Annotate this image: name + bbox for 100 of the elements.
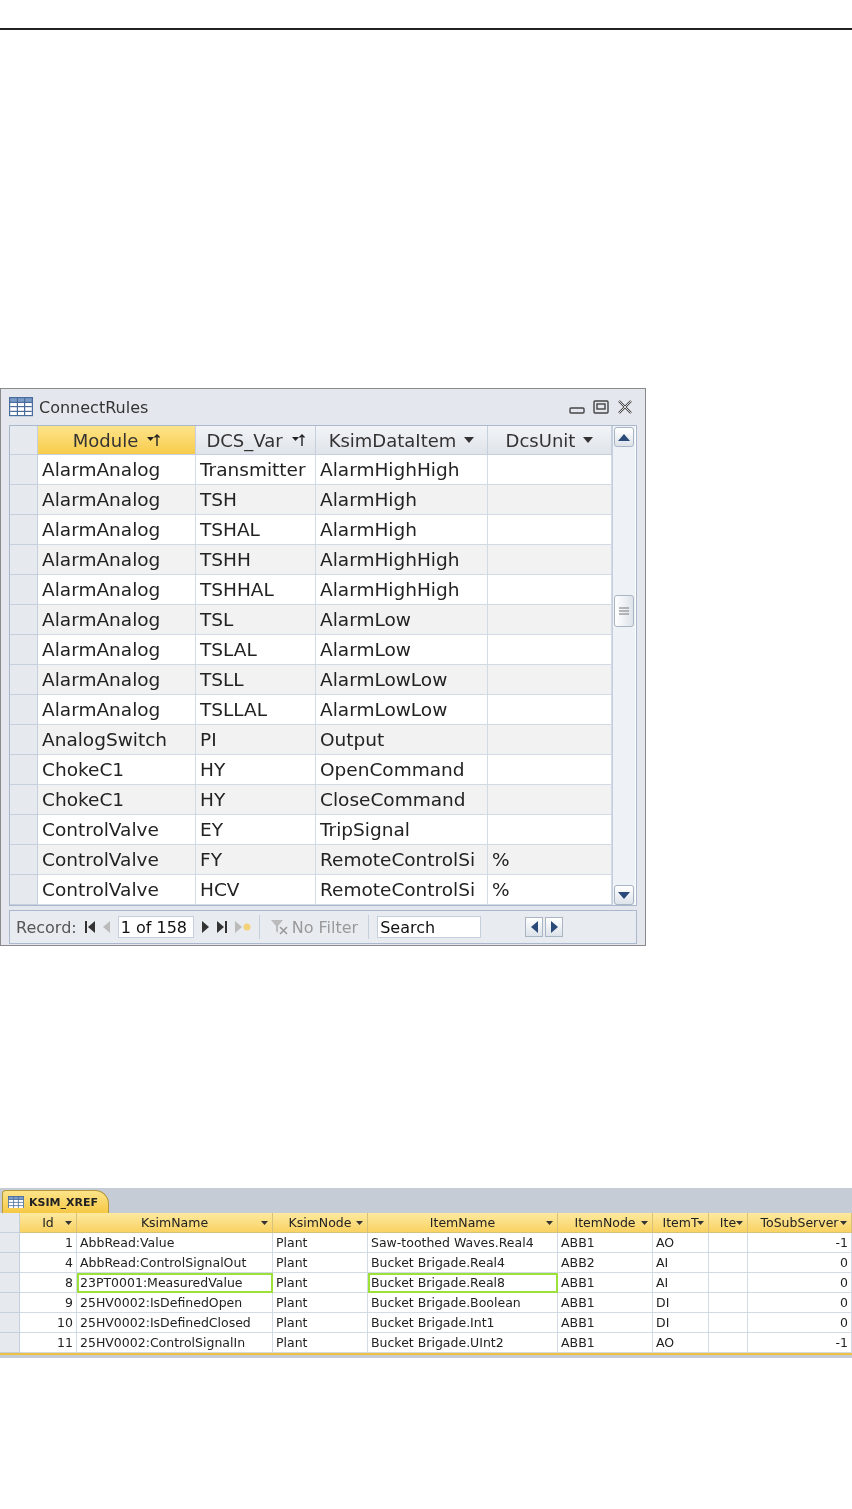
- table-cell: AlarmAnalog: [38, 605, 196, 635]
- previous-record-icon[interactable]: [102, 921, 110, 933]
- row-selector[interactable]: [0, 1273, 20, 1293]
- table-cell: ABB1: [558, 1233, 653, 1253]
- table-cell: ABB1: [558, 1313, 653, 1333]
- dropdown-arrow-icon: [840, 1221, 847, 1225]
- table-cell: Bucket Brigade.Real4: [368, 1253, 558, 1273]
- row-selector[interactable]: [10, 575, 38, 605]
- table-cell: Plant: [273, 1253, 368, 1273]
- column-header[interactable]: KsimDataItem: [316, 426, 488, 455]
- table-cell: Bucket Brigade.Real8: [368, 1273, 558, 1293]
- table-tab[interactable]: KSIM_XREF: [2, 1190, 109, 1213]
- column-header[interactable]: KsimName: [77, 1213, 273, 1233]
- row-selector[interactable]: [10, 485, 38, 515]
- dropdown-arrow-icon: [65, 1221, 72, 1225]
- table-cell: -1: [748, 1333, 852, 1353]
- table-cell: ChokeC1: [38, 785, 196, 815]
- sort-ascending-icon: [290, 433, 305, 447]
- restore-icon[interactable]: [593, 400, 609, 414]
- row-selector[interactable]: [10, 665, 38, 695]
- row-selector[interactable]: [0, 1333, 20, 1353]
- column-header[interactable]: Id: [20, 1213, 77, 1233]
- row-selector[interactable]: [10, 785, 38, 815]
- table-cell: PI: [196, 725, 316, 755]
- select-all-corner[interactable]: [0, 1213, 20, 1233]
- table-cell: AbbRead:ControlSignalOut: [77, 1253, 273, 1273]
- column-header[interactable]: KsimNode: [273, 1213, 368, 1233]
- column-header[interactable]: ItemT: [653, 1213, 709, 1233]
- row-selector[interactable]: [0, 1293, 20, 1313]
- row-selector[interactable]: [10, 545, 38, 575]
- table-cell: AlarmHigh: [316, 485, 488, 515]
- table-cell: DI: [653, 1313, 709, 1333]
- dropdown-arrow-icon: [583, 437, 594, 443]
- row-selector[interactable]: [10, 455, 38, 485]
- table-cell: AlarmAnalog: [38, 545, 196, 575]
- table-cell: AnalogSwitch: [38, 725, 196, 755]
- table-cell: Plant: [273, 1293, 368, 1313]
- table-cell: Plant: [273, 1233, 368, 1253]
- new-record-icon[interactable]: [234, 921, 251, 933]
- row-selector[interactable]: [10, 845, 38, 875]
- row-selector[interactable]: [10, 725, 38, 755]
- window-title: ConnectRules: [39, 397, 150, 417]
- table-cell: TSL: [196, 605, 316, 635]
- table-cell: AlarmHighHigh: [316, 545, 488, 575]
- dropdown-arrow-icon: [641, 1221, 648, 1225]
- dropdown-arrow-icon: [464, 437, 475, 443]
- column-header[interactable]: ItemName: [368, 1213, 558, 1233]
- table-cell: Bucket Brigade.Int1: [368, 1313, 558, 1333]
- column-header[interactable]: DcsUnit: [488, 426, 612, 455]
- table-cell: 0: [748, 1313, 852, 1333]
- row-selector[interactable]: [10, 635, 38, 665]
- scroll-thumb[interactable]: [614, 595, 634, 627]
- table-cell: 25HV0002:ControlSignalIn: [77, 1333, 273, 1353]
- column-header[interactable]: ItemNode: [558, 1213, 653, 1233]
- table-cell: %: [488, 845, 612, 875]
- last-record-icon[interactable]: [216, 921, 227, 933]
- row-selector[interactable]: [10, 875, 38, 905]
- column-header[interactable]: Module: [38, 426, 196, 455]
- row-selector[interactable]: [10, 605, 38, 635]
- table-cell: -1: [748, 1233, 852, 1253]
- table-cell: Bucket Brigade.Boolean: [368, 1293, 558, 1313]
- first-record-icon[interactable]: [84, 921, 95, 933]
- close-icon[interactable]: [617, 400, 633, 414]
- select-all-corner[interactable]: [10, 426, 38, 455]
- table-cell: 8: [20, 1273, 77, 1293]
- column-header[interactable]: Ite: [709, 1213, 748, 1233]
- table-cell: AlarmLow: [316, 605, 488, 635]
- column-header[interactable]: DCS_Var: [196, 426, 316, 455]
- record-position-field[interactable]: 1 of 158: [117, 916, 194, 938]
- table-cell: HCV: [196, 875, 316, 905]
- table-cell: FY: [196, 845, 316, 875]
- table-cell: Plant: [273, 1273, 368, 1293]
- scroll-right-icon[interactable]: [550, 921, 558, 933]
- table-cell: AI: [653, 1273, 709, 1293]
- row-selector[interactable]: [10, 815, 38, 845]
- vertical-scrollbar[interactable]: [612, 426, 635, 905]
- scroll-left-icon[interactable]: [530, 921, 538, 933]
- row-selector[interactable]: [10, 515, 38, 545]
- record-label: Record:: [16, 917, 77, 937]
- table-cell: ABB2: [558, 1253, 653, 1273]
- table-cell: TSHH: [196, 545, 316, 575]
- table-cell: 0: [748, 1273, 852, 1293]
- table-cell: DI: [653, 1293, 709, 1313]
- row-selector[interactable]: [10, 755, 38, 785]
- column-header[interactable]: ToSubServer: [748, 1213, 852, 1233]
- dropdown-arrow-icon: [736, 1221, 743, 1225]
- table-icon: [8, 1195, 24, 1209]
- row-selector[interactable]: [0, 1313, 20, 1333]
- search-field[interactable]: Search: [377, 916, 482, 938]
- next-record-icon[interactable]: [201, 921, 209, 933]
- scroll-up-icon[interactable]: [618, 433, 630, 441]
- table-cell: 23PT0001:MeasuredValue: [77, 1273, 273, 1293]
- table-cell: ABB1: [558, 1273, 653, 1293]
- row-selector[interactable]: [10, 695, 38, 725]
- row-selector[interactable]: [0, 1233, 20, 1253]
- row-selector[interactable]: [0, 1253, 20, 1273]
- table-cell: Plant: [273, 1313, 368, 1333]
- table-cell: TSH: [196, 485, 316, 515]
- dropdown-arrow-icon: [356, 1221, 363, 1225]
- scroll-down-icon[interactable]: [618, 891, 630, 899]
